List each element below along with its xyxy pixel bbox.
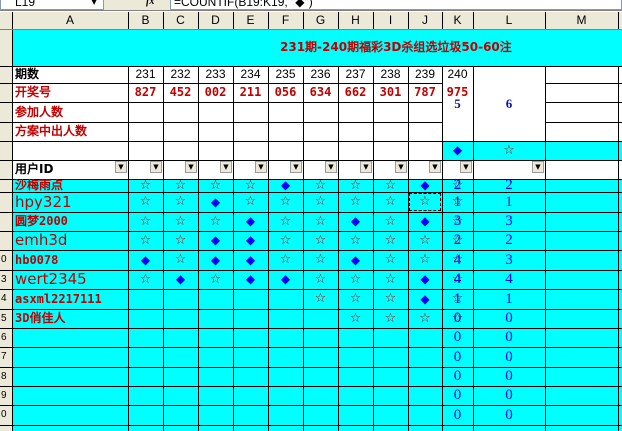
symbol-row-fill — [442, 141, 622, 160]
filter-dropdown-icon[interactable]: ▼ — [532, 161, 544, 173]
grid-lines — [0, 12, 622, 431]
filter-dropdown-icon[interactable]: ▼ — [255, 161, 267, 173]
name-box-dropdown-icon[interactable]: ▼ — [91, 0, 97, 8]
formula-bar: L19 ▼ fx =COUNTIF(B19:K19, "◆") — [0, 0, 622, 11]
row-header-bar — [0, 12, 12, 431]
spreadsheet-grid[interactable]: A B C D E F G H I J K L M 0 3 4 5 6 7 8 9 0 231期-240期福彩3D杀组选垃圾… — [0, 12, 622, 431]
filter-dropdown-icon[interactable]: ▼ — [290, 161, 302, 173]
L-merge — [443, 67, 473, 141]
name-box-value: L19 — [15, 0, 36, 9]
data-fill — [12, 179, 622, 431]
formula-input[interactable]: =COUNTIF(B19:K19, "◆") — [170, 0, 622, 10]
filter-dropdown-icon[interactable]: ▼ — [325, 161, 337, 173]
M-merge — [474, 67, 545, 141]
filter-dropdown-icon[interactable]: ▼ — [185, 161, 197, 173]
filter-dropdown-icon[interactable]: ▼ — [395, 161, 407, 173]
filter-dropdown-icon[interactable]: ▼ — [360, 161, 372, 173]
name-box[interactable]: L19 — [0, 0, 104, 10]
filter-dropdown-icon[interactable]: ▼ — [429, 161, 441, 173]
copy-marquee — [409, 193, 441, 211]
function-icon[interactable]: fx — [146, 0, 154, 8]
filter-dropdown-icon[interactable]: ▼ — [115, 161, 127, 173]
filter-dropdown-icon[interactable]: ▼ — [220, 161, 232, 173]
filter-dropdown-icon[interactable]: ▼ — [150, 161, 162, 173]
filter-dropdown-icon[interactable]: ▼ — [460, 161, 472, 173]
column-header-bar — [0, 12, 622, 29]
title-merge — [13, 30, 622, 66]
formula-text: =COUNTIF(B19:K19, "◆") — [174, 0, 313, 9]
